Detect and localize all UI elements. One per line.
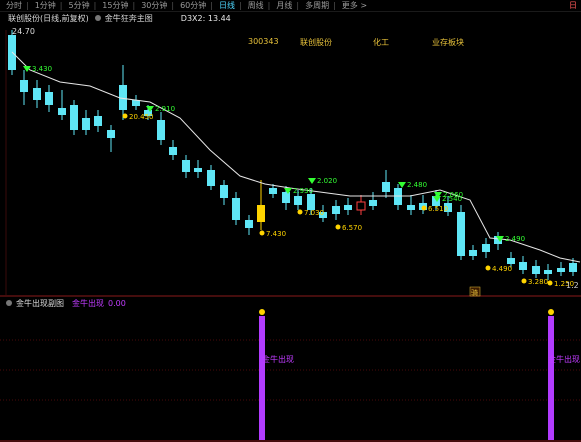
lower-signal-value: 0.00 <box>108 298 126 308</box>
low-point-label: 20.450 <box>129 113 154 121</box>
candle-body <box>544 270 552 274</box>
buy-label: 3.430 <box>32 65 52 73</box>
candle-body <box>307 194 315 210</box>
candle-body <box>457 212 465 256</box>
candle-body <box>369 200 377 206</box>
bottom-right-price: 1.2 <box>566 281 579 290</box>
buy-label: 2.540 <box>442 195 462 203</box>
candle-body <box>45 92 53 105</box>
candle-body <box>194 168 202 172</box>
signal-markers: 3.4302.9102.9302.020 2.4802.0602.5402.490… <box>23 65 574 288</box>
candle-body <box>94 116 102 126</box>
candle-body <box>169 147 177 155</box>
moving-average-line <box>11 51 581 263</box>
candle-body <box>344 205 352 210</box>
candle-body <box>207 170 215 186</box>
buy-arrow-icon <box>308 178 316 184</box>
buy-label: 2.020 <box>317 177 337 185</box>
candle-body <box>33 88 41 100</box>
signal-bar-1 <box>259 316 265 440</box>
low-point-dot-icon <box>485 265 491 271</box>
low-point-label: 6.510 <box>428 205 448 213</box>
low-point-dot-icon <box>521 278 527 284</box>
candle-body <box>269 188 277 194</box>
low-point-label: 4.490 <box>492 265 512 273</box>
candle-body <box>532 266 540 274</box>
signal-bar-label-1: 金牛出现 <box>262 354 294 364</box>
buy-label: 2.490 <box>505 235 525 243</box>
lower-signal-label: 金牛出现 <box>72 298 104 308</box>
lower-indicator-header: 金牛出现副图 金牛出现 0.00 <box>0 297 581 309</box>
low-point-label: 6.570 <box>342 224 362 232</box>
buy-label: 2.910 <box>155 105 175 113</box>
signal-top-icon-2 <box>548 309 554 315</box>
candle-body <box>569 263 577 272</box>
low-point-dot-icon <box>259 230 265 236</box>
candle-body <box>519 262 527 270</box>
event-badge-label: 骑 <box>471 288 478 297</box>
candle-body <box>332 206 340 214</box>
candlestick-series <box>8 30 577 280</box>
low-point-label: 7.430 <box>266 230 286 238</box>
candle-body <box>245 220 253 228</box>
candle-body <box>356 201 366 211</box>
candle-body <box>557 268 565 272</box>
low-point-dot-icon <box>547 280 553 286</box>
lower-grid <box>0 339 581 401</box>
candle-body <box>220 185 228 198</box>
candle-body <box>382 182 390 192</box>
buy-label: 2.930 <box>293 187 313 195</box>
low-point-dot-icon <box>297 209 303 215</box>
candle-body <box>507 258 515 264</box>
candle-body <box>70 105 78 130</box>
chart-canvas: 3.4302.9102.9302.020 2.4802.0602.5402.490… <box>0 30 581 442</box>
candle-body <box>407 205 415 210</box>
buy-label: 2.480 <box>407 181 427 189</box>
lower-indicator-name[interactable]: 金牛出现副图 <box>16 298 64 309</box>
candle-body <box>282 192 290 203</box>
candle-body <box>82 118 90 130</box>
candle-body <box>119 85 127 110</box>
candle-body <box>469 250 477 256</box>
low-point-dot-icon <box>421 205 427 211</box>
signal-bar-label-2: 金牛出现 <box>548 354 580 364</box>
candle-body <box>232 198 240 220</box>
low-point-dot-icon <box>122 113 128 119</box>
candle-body <box>294 196 302 205</box>
low-point-label: 7.030 <box>304 209 324 217</box>
candle-body <box>107 130 115 138</box>
candle-body <box>182 160 190 172</box>
low-point-dot-icon <box>335 224 341 230</box>
signal-top-icon-1 <box>259 309 265 315</box>
signal-bar-2 <box>548 316 554 440</box>
candle-body <box>482 244 490 252</box>
lower-indicator-dot-icon[interactable] <box>6 300 12 306</box>
low-point-label: 3.280 <box>528 278 548 286</box>
buy-arrow-icon <box>398 182 406 188</box>
candle-body <box>257 205 265 222</box>
candle-body <box>58 108 66 115</box>
candle-body <box>157 120 165 140</box>
candle-body <box>20 80 28 92</box>
